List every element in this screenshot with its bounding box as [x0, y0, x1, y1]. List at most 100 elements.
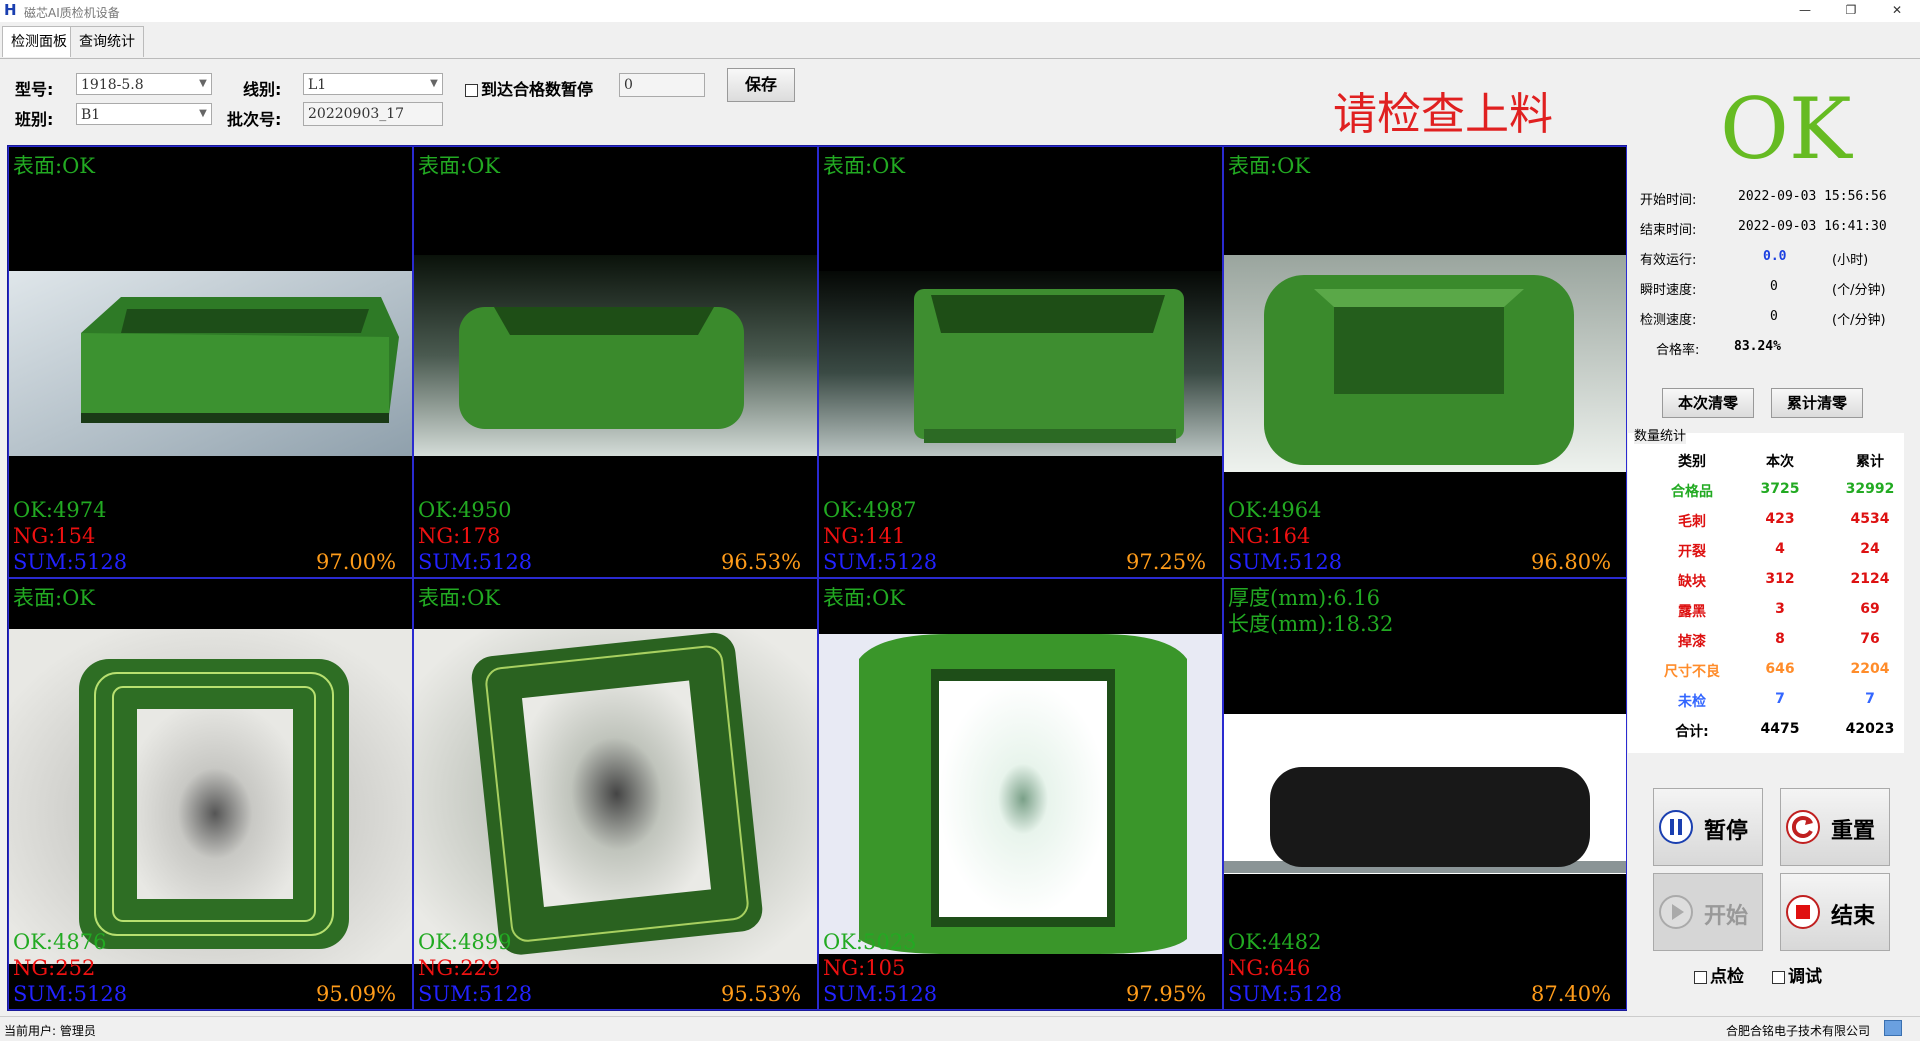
- camera-status-text: 表面:OK: [823, 586, 905, 610]
- camera-sum-count: SUM:5128: [1228, 550, 1343, 574]
- stats-row-current: 3: [1775, 601, 1785, 617]
- stats-header: 本次: [1766, 454, 1794, 470]
- camera-ng-count: NG:646: [1228, 956, 1311, 980]
- save-button[interactable]: 保存: [727, 68, 795, 102]
- run-time-label: 有效运行:: [1640, 253, 1697, 268]
- end-button[interactable]: 结束: [1780, 873, 1890, 951]
- pass-rate-label: 合格率:: [1656, 343, 1700, 358]
- detect-speed-unit: (个/分钟): [1832, 313, 1886, 328]
- pause-icon: [1659, 810, 1693, 844]
- camera-status-text: 表面:OK: [13, 154, 95, 178]
- stats-row-name: 露黑: [1678, 604, 1706, 620]
- clear-total-button[interactable]: 累计清零: [1771, 388, 1863, 418]
- pause-on-count-checkbox[interactable]: 到达合格数暂停: [465, 76, 593, 100]
- camera-status-text: 表面:OK: [823, 154, 905, 178]
- camera-pass-rate: 96.53%: [721, 550, 802, 574]
- stats-row-total: 32992: [1845, 481, 1895, 497]
- close-button[interactable]: ✕: [1874, 0, 1920, 20]
- debug-checkbox[interactable]: 调试: [1772, 962, 1822, 987]
- camera-ok-count: OK:4987: [823, 498, 917, 522]
- camera-sum-count: SUM:5128: [823, 982, 938, 1006]
- instant-speed-unit: (个/分钟): [1832, 283, 1886, 298]
- stats-row-total: 2124: [1850, 571, 1890, 587]
- camera-status-text: 表面:OK: [418, 586, 500, 610]
- stats-title: 数量统计: [1634, 425, 1687, 444]
- spot-check-checkbox[interactable]: 点检: [1694, 962, 1744, 987]
- camera-ng-count: NG:164: [1228, 524, 1311, 548]
- batch-label: 批次号:: [227, 110, 282, 129]
- model-label: 型号:: [15, 80, 54, 99]
- stats-row-total: 7: [1865, 691, 1875, 707]
- stats-row-current: 7: [1775, 691, 1785, 707]
- end-time-label: 结束时间:: [1640, 223, 1697, 238]
- camera-ng-count: NG:141: [823, 524, 906, 548]
- checkbox-box: [1694, 970, 1707, 984]
- instant-speed-label: 瞬时速度:: [1640, 283, 1697, 298]
- start-button[interactable]: 开始: [1653, 873, 1763, 951]
- camera-dimension-text: 长度(mm):18.32: [1228, 612, 1394, 636]
- stats-row-name: 尺寸不良: [1664, 664, 1720, 680]
- camera-sum-count: SUM:5128: [1228, 982, 1343, 1006]
- camera-pass-rate: 96.80%: [1531, 550, 1612, 574]
- stats-row-name: 缺块: [1678, 574, 1706, 590]
- pause-label: 暂停: [1704, 819, 1749, 844]
- reset-label: 重置: [1831, 819, 1876, 844]
- camera-pass-rate: 87.40%: [1531, 982, 1612, 1006]
- tab-detection-panel[interactable]: 检测面板: [2, 26, 76, 57]
- stats-row-total: 24: [1860, 541, 1880, 557]
- camera-sum-count: SUM:5128: [13, 550, 128, 574]
- tab-bar: 检测面板 查询统计: [0, 22, 1920, 58]
- window-title: 磁芯AI质检机设备: [24, 6, 120, 20]
- stats-row-current: 4: [1775, 541, 1785, 557]
- camera-ng-count: NG:178: [418, 524, 501, 548]
- spot-check-label: 点检: [1710, 967, 1744, 987]
- stats-sum-name: 合计:: [1675, 724, 1709, 740]
- tray-icon[interactable]: [1884, 1020, 1902, 1036]
- play-icon: [1659, 895, 1693, 929]
- camera-status-text: 表面:OK: [1228, 154, 1310, 178]
- stats-row-current: 312: [1765, 571, 1795, 587]
- stop-icon: [1786, 895, 1820, 929]
- app-logo-icon: H: [4, 1, 17, 19]
- pause-button[interactable]: 暂停: [1653, 788, 1763, 866]
- stats-row-current: 8: [1775, 631, 1785, 647]
- stats-row-name: 开裂: [1678, 544, 1706, 560]
- camera-ok-count: OK:4950: [418, 498, 512, 522]
- batch-input[interactable]: 20220903_17: [303, 102, 443, 126]
- camera-status-text: 表面:OK: [418, 154, 500, 178]
- end-label: 结束: [1831, 904, 1876, 929]
- shift-select[interactable]: B1 ▼: [76, 103, 212, 125]
- minimize-button[interactable]: —: [1782, 0, 1828, 20]
- shift-label: 班别:: [15, 110, 54, 129]
- camera-pass-rate: 95.53%: [721, 982, 802, 1006]
- pause-on-count-label: 到达合格数暂停: [481, 80, 594, 99]
- camera-ng-count: NG:229: [418, 956, 501, 980]
- camera-pass-rate: 97.00%: [316, 550, 397, 574]
- pass-rate-value: 83.24%: [1734, 339, 1781, 354]
- camera-sum-count: SUM:5128: [418, 982, 533, 1006]
- run-time-value: 0.0: [1763, 249, 1787, 264]
- start-time-label: 开始时间:: [1640, 193, 1697, 208]
- camera-ok-count: OK:4899: [418, 930, 512, 954]
- line-label: 线别:: [243, 80, 282, 99]
- camera-ng-count: NG:154: [13, 524, 96, 548]
- restore-button[interactable]: ❐: [1828, 0, 1874, 20]
- tab-query-stats[interactable]: 查询统计: [70, 26, 144, 57]
- current-user: 当前用户: 管理员: [4, 1024, 96, 1038]
- camera-sum-count: SUM:5128: [823, 550, 938, 574]
- camera-ok-count: OK:4876: [13, 930, 107, 954]
- stats-row-current: 3725: [1760, 481, 1800, 497]
- run-time-unit: (小时): [1832, 253, 1869, 268]
- model-select[interactable]: 1918-5.8 ▼: [76, 73, 212, 95]
- start-time-value: 2022-09-03 15:56:56: [1738, 189, 1887, 204]
- pause-count-input[interactable]: 0: [619, 73, 705, 97]
- reset-button[interactable]: 重置: [1780, 788, 1890, 866]
- stats-row-total: 4534: [1850, 511, 1890, 527]
- clear-current-button[interactable]: 本次清零: [1662, 388, 1754, 418]
- stats-header: 累计: [1856, 454, 1884, 470]
- tab-divider: [0, 58, 1920, 59]
- line-select[interactable]: L1 ▼: [303, 73, 443, 95]
- chevron-down-icon: ▼: [430, 78, 438, 89]
- camera-ok-count: OK:4964: [1228, 498, 1322, 522]
- camera-ok-count: OK:4482: [1228, 930, 1322, 954]
